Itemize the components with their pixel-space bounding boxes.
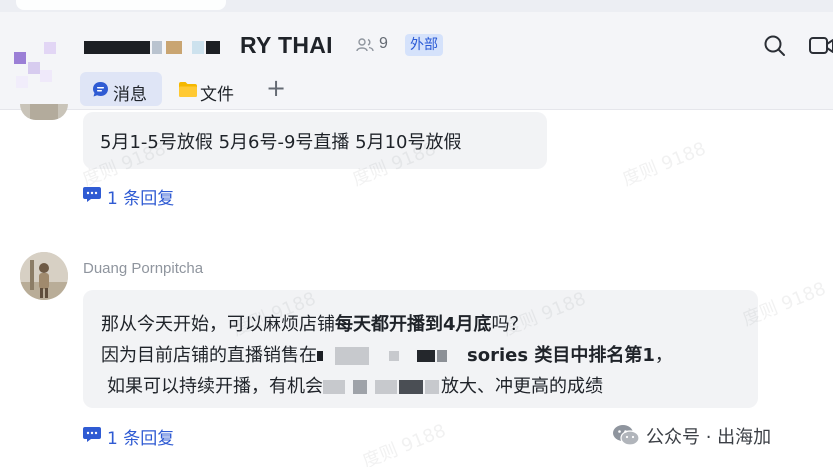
- tab-messages[interactable]: 消息: [80, 72, 162, 106]
- text-span: 因为目前店铺的直播销售在: [101, 345, 317, 366]
- message-text-line: 那从今天开始，可以麻烦店铺每天都开播到4月底吗？: [101, 310, 528, 336]
- text-span: ，: [654, 345, 673, 366]
- video-call-icon[interactable]: [808, 34, 833, 58]
- reply-count: 1 条回复: [107, 189, 175, 209]
- message-bubble[interactable]: 那从今天开始，可以麻烦店铺每天都开播到4月底吗？ 因为目前店铺的直播销售在 sor…: [83, 290, 758, 408]
- watermark: 度则 9188: [619, 138, 709, 191]
- reply-icon: [83, 187, 101, 202]
- text-span: 如果可以持续开播，有机会: [107, 376, 323, 397]
- wechat-icon: [613, 425, 640, 446]
- sender-name[interactable]: Duang Pornpitcha: [83, 260, 203, 277]
- thread-reply-link[interactable]: 1 条回复: [83, 424, 193, 449]
- bold-text: 每天都开播到4月底: [335, 314, 492, 335]
- chat-header: RY THAI 9 外部 消息 文件 +: [0, 0, 833, 110]
- external-badge: 外部: [405, 34, 443, 56]
- avatar[interactable]: [20, 104, 68, 120]
- message-bubble[interactable]: 5月1-5号放假 5月6号-9号直播 5月10号放假: [83, 112, 547, 169]
- search-icon[interactable]: [762, 34, 788, 58]
- add-tab-button[interactable]: +: [264, 76, 288, 100]
- watermark: 度则 9188: [359, 420, 449, 467]
- redacted-block: [323, 378, 441, 396]
- members-icon[interactable]: [356, 38, 374, 52]
- reply-icon: [83, 427, 101, 442]
- group-avatar[interactable]: [12, 38, 60, 90]
- text-span: 吗？: [491, 314, 528, 335]
- chat-window: RY THAI 9 外部 消息 文件 + 5月1-5号放假 5月6号-9号直播 …: [0, 0, 833, 467]
- message-text: 5月1-5号放假 5月6号-9号直播 5月10号放假: [100, 132, 462, 153]
- avatar[interactable]: [20, 252, 68, 300]
- tab-messages-label: 消息: [113, 85, 147, 105]
- reply-count: 1 条回复: [107, 429, 175, 449]
- redacted-block: [417, 347, 467, 365]
- text-span: 那从今天开始，可以麻烦店铺: [101, 314, 335, 335]
- folder-icon: [179, 82, 197, 97]
- source-text: 公众号 · 出海加: [646, 427, 772, 448]
- member-count[interactable]: 9: [379, 35, 388, 53]
- avatar-photo: [20, 252, 68, 300]
- message-text-line: 如果可以持续开播，有机会 放大、冲更高的成绩: [107, 372, 603, 398]
- group-name: RY THAI: [240, 32, 333, 58]
- tab-files[interactable]: 文件: [172, 72, 244, 106]
- chat-bubble-icon: [93, 82, 108, 97]
- message-text-line: 因为目前店铺的直播销售在 sories 类目中排名第1，: [101, 341, 673, 367]
- thread-reply-link[interactable]: 1 条回复: [83, 184, 193, 209]
- text-span: 放大、冲更高的成绩: [441, 376, 603, 397]
- redacted-block: [317, 347, 417, 365]
- tab-files-label: 文件: [200, 85, 234, 105]
- bold-text: sories 类目中排名第1: [467, 345, 655, 366]
- window-tab[interactable]: [16, 0, 226, 10]
